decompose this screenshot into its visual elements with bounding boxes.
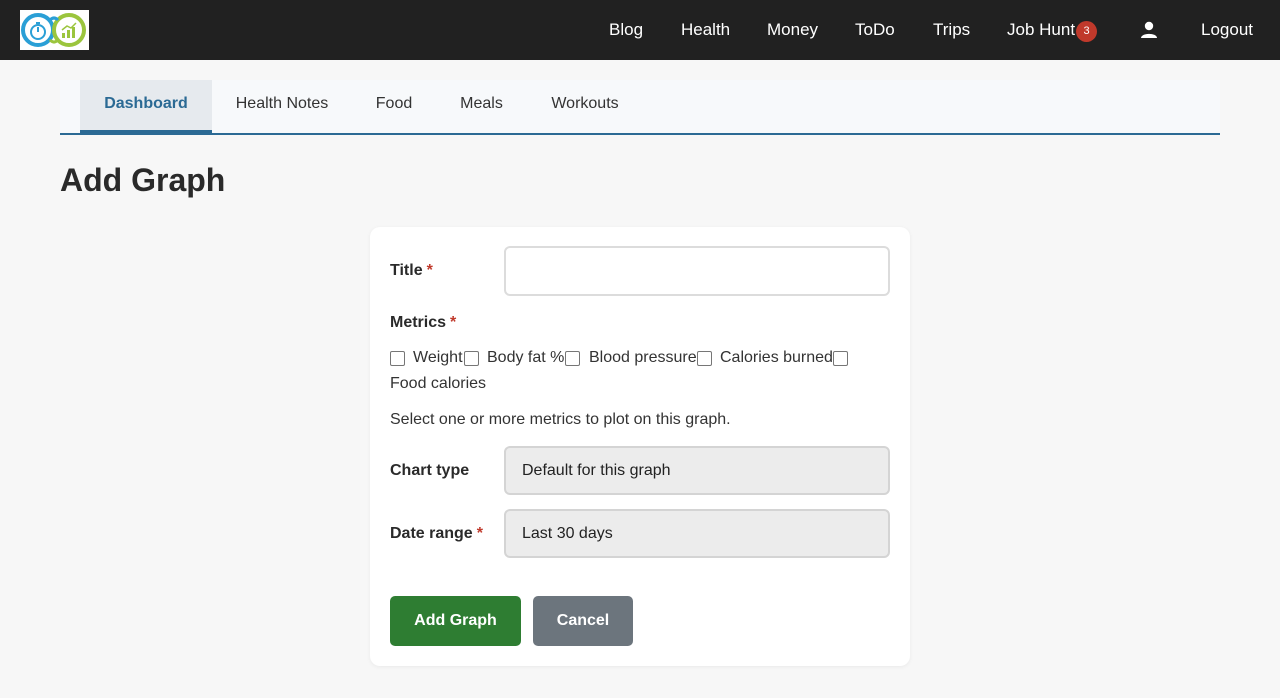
date-range-label-text: Date range [390, 525, 473, 542]
chart-type-select[interactable]: Default for this graph [504, 446, 890, 495]
app-logo[interactable] [20, 10, 89, 50]
tab-meals[interactable]: Meals [436, 80, 527, 133]
nav-health[interactable]: Health [681, 20, 730, 40]
metric-blood-pressure-label[interactable]: Blood pressure [589, 348, 697, 368]
stopwatch-chart-logo-icon [21, 13, 86, 47]
title-label: Title * [390, 261, 433, 281]
cancel-button[interactable]: Cancel [533, 596, 633, 646]
logout-link[interactable]: Logout [1201, 20, 1253, 40]
metric-calories-burned-label[interactable]: Calories burned [720, 348, 833, 368]
metric-body-fat-label[interactable]: Body fat % [487, 348, 564, 368]
metrics-help-text: Select one or more metrics to plot on th… [390, 411, 731, 428]
date-range-label: Date range * [390, 524, 483, 544]
metric-weight-checkbox[interactable] [390, 351, 405, 366]
title-input[interactable] [504, 246, 890, 296]
metrics-label-text: Metrics [390, 314, 447, 331]
metric-calories-burned-checkbox[interactable] [697, 351, 712, 366]
nav-blog[interactable]: Blog [609, 20, 643, 40]
health-tabs: Dashboard Health Notes Food Meals Workou… [60, 80, 1220, 135]
nav-trips[interactable]: Trips [933, 20, 970, 40]
metric-weight-label[interactable]: Weight [413, 348, 463, 368]
chart-type-label: Chart type [390, 462, 470, 479]
title-label-text: Title [390, 262, 423, 279]
job-hunt-badge: 3 [1076, 21, 1097, 42]
required-marker: * [426, 262, 433, 279]
date-range-select[interactable]: Last 30 days [504, 509, 890, 558]
user-icon[interactable] [1139, 20, 1159, 40]
add-graph-button[interactable]: Add Graph [390, 596, 521, 646]
metrics-label: Metrics * [390, 313, 456, 333]
nav-money[interactable]: Money [767, 20, 818, 40]
metric-blood-pressure-checkbox[interactable] [565, 351, 580, 366]
add-graph-form: Title * Metrics * Weight Body fat % Blood … [370, 227, 910, 666]
top-navbar: Blog Health Money ToDo Trips Job Hunt 3 … [0, 0, 1280, 60]
tab-dashboard[interactable]: Dashboard [80, 80, 212, 133]
tab-food[interactable]: Food [352, 80, 436, 133]
nav-job-hunt[interactable]: Job Hunt [1007, 20, 1075, 40]
metric-food-calories-label[interactable]: Food calories [390, 374, 486, 394]
required-marker: * [450, 314, 457, 331]
metric-body-fat-checkbox[interactable] [464, 351, 479, 366]
nav-todo[interactable]: ToDo [855, 20, 895, 40]
page-title: Add Graph [60, 162, 226, 198]
metric-food-calories-checkbox[interactable] [833, 351, 848, 366]
tab-workouts[interactable]: Workouts [527, 80, 643, 133]
required-marker: * [476, 525, 483, 542]
tab-health-notes[interactable]: Health Notes [212, 80, 352, 133]
